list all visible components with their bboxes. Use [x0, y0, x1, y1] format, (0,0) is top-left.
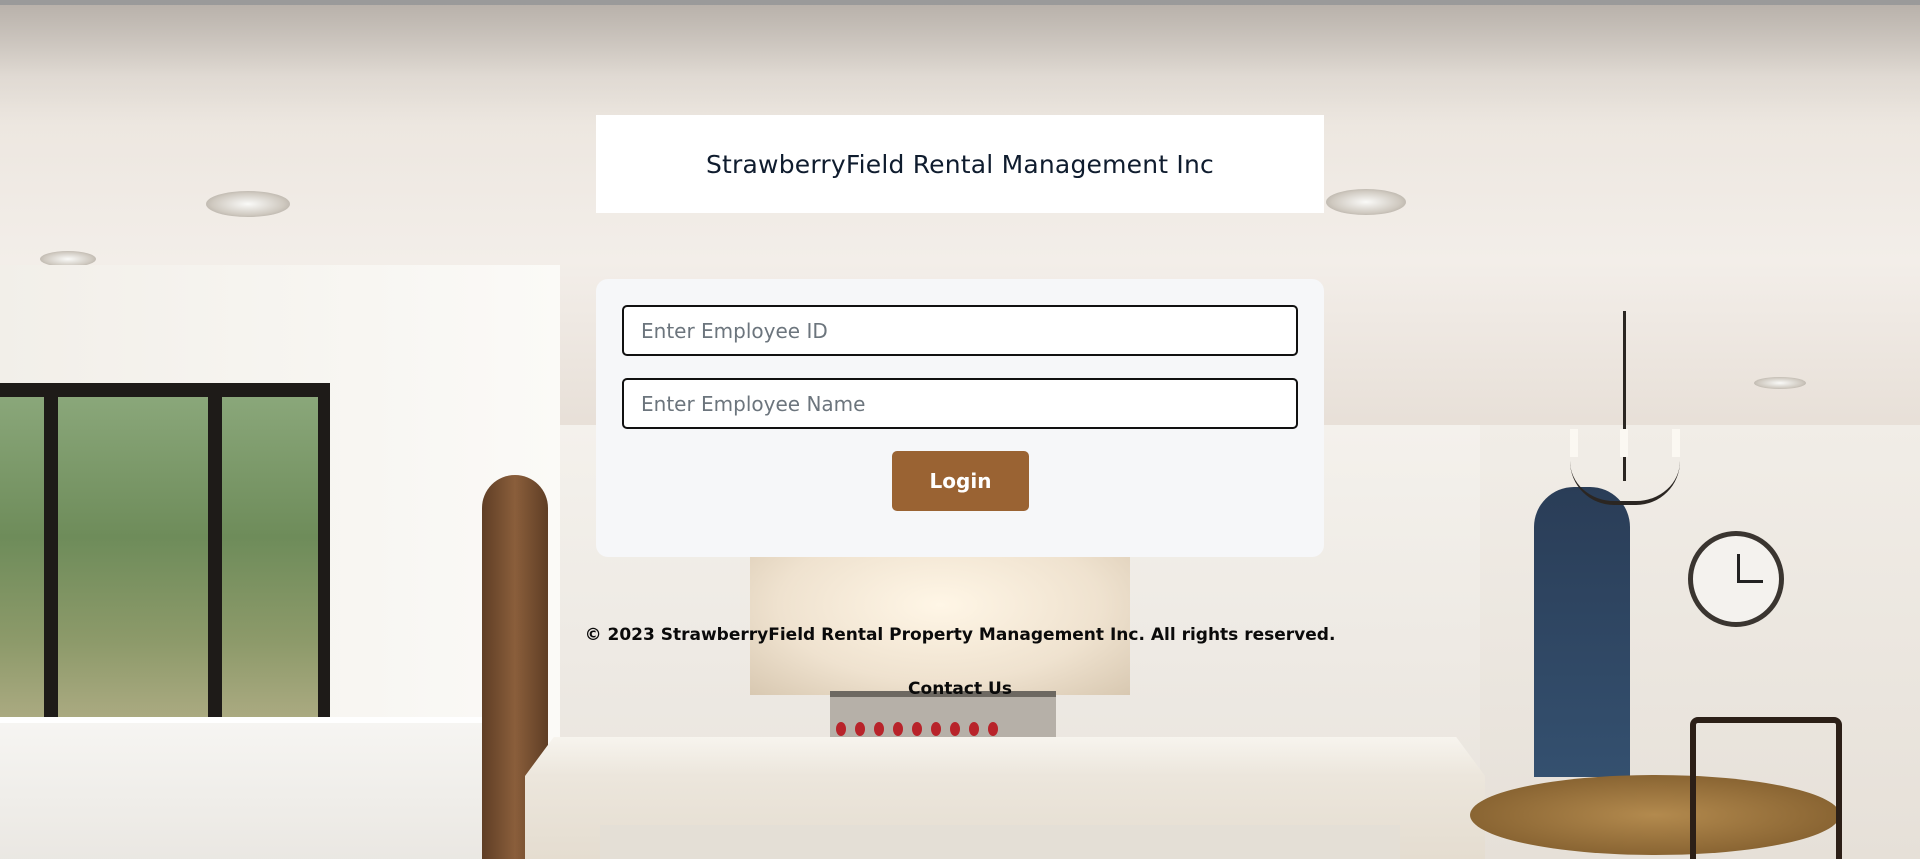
header-card: StrawberryField Rental Management Inc	[596, 115, 1324, 213]
range-hood	[750, 545, 1130, 695]
dining-chair	[1690, 717, 1842, 859]
ceiling-light	[206, 191, 290, 217]
login-form: Login	[596, 279, 1324, 557]
page-title: StrawberryField Rental Management Inc	[705, 149, 1214, 179]
chandelier	[1560, 311, 1690, 581]
employee-id-input[interactable]	[622, 305, 1298, 356]
ceiling-light	[1326, 189, 1406, 215]
ceiling	[0, 5, 1920, 125]
contact-us-link[interactable]: Contact Us	[0, 679, 1920, 699]
window	[0, 383, 330, 763]
left-counter	[0, 717, 500, 859]
copyright-text: © 2023 StrawberryField Rental Property M…	[584, 625, 1336, 645]
employee-name-input[interactable]	[622, 378, 1298, 429]
login-button[interactable]: Login	[892, 451, 1029, 511]
clock-icon	[1688, 531, 1784, 627]
island-base	[600, 825, 1400, 859]
login-page: StrawberryField Rental Management Inc Lo…	[0, 0, 1920, 859]
ceiling-light	[1754, 377, 1806, 389]
